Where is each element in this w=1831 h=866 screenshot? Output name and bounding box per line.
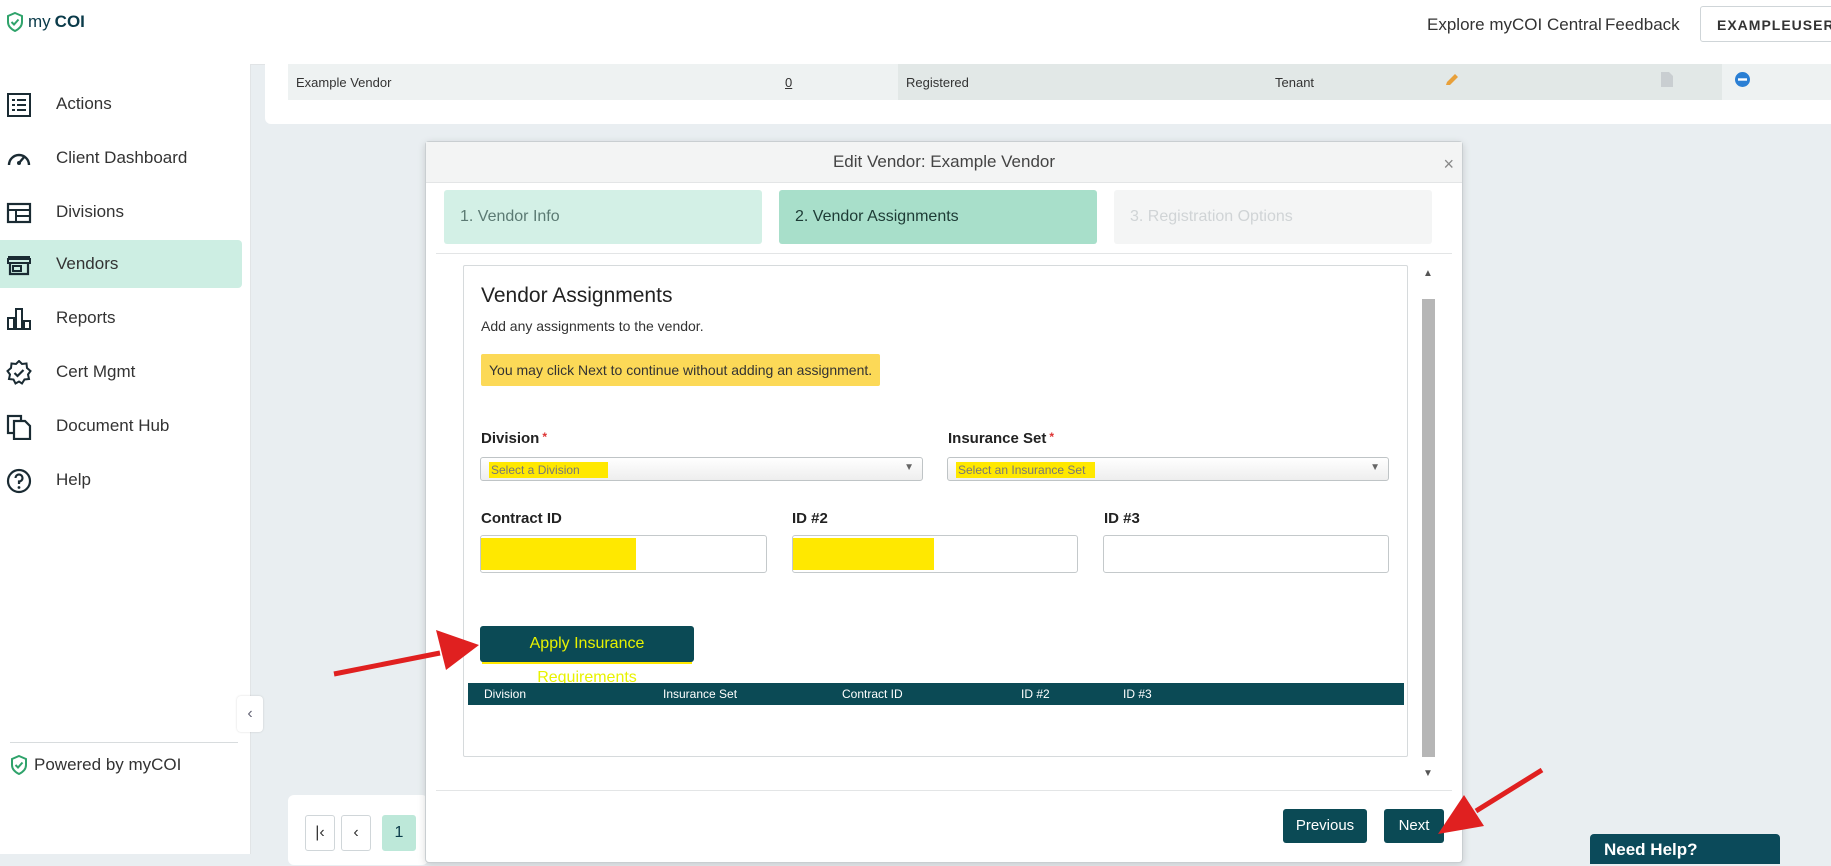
- column-header: Division: [484, 687, 527, 701]
- section-subtitle: Add any assignments to the vendor.: [481, 318, 704, 334]
- dropdown-arrow-icon: ▼: [904, 462, 914, 473]
- modal-header: Edit Vendor: Example Vendor ×: [426, 142, 1462, 183]
- id3-label: ID #3: [1104, 510, 1140, 527]
- sidebar-item-client-dashboard[interactable]: Client Dashboard: [0, 134, 242, 182]
- need-help-widget[interactable]: Need Help?: [1590, 834, 1780, 864]
- insurance-set-placeholder: Select an Insurance Set: [956, 462, 1096, 478]
- insurance-set-select[interactable]: Select an Insurance Set ▼: [947, 457, 1389, 481]
- powered-by-text: Powered by myCOI: [34, 755, 182, 774]
- help-icon: [6, 468, 32, 494]
- previous-button[interactable]: Previous: [1283, 809, 1367, 843]
- explore-central-link[interactable]: Explore myCOI Central: [1427, 15, 1602, 35]
- status-cell: Registered: [906, 75, 969, 90]
- column-header: Insurance Set: [663, 687, 738, 701]
- sidebar-item-cert-mgmt[interactable]: Cert Mgmt: [0, 348, 242, 396]
- column-header: ID #3: [1123, 687, 1152, 701]
- close-icon[interactable]: ×: [1443, 144, 1454, 184]
- page-number-button[interactable]: 1: [382, 815, 416, 851]
- sidebar-item-label: Cert Mgmt: [56, 362, 136, 381]
- chevron-left-icon: ‹: [353, 824, 359, 841]
- sidebar-item-help[interactable]: Help: [0, 456, 242, 504]
- sidebar-item-actions[interactable]: Actions: [0, 80, 242, 128]
- id2-input[interactable]: [792, 535, 1078, 573]
- shield-check-icon: [11, 755, 27, 775]
- top-bar: my COI Explore myCOI Central Feedback EXA…: [0, 0, 1831, 65]
- sidebar-item-label: Help: [56, 470, 91, 489]
- id2-label: ID #2: [792, 510, 828, 527]
- step-registration-options: 3. Registration Options: [1114, 190, 1432, 244]
- feedback-link[interactable]: Feedback: [1605, 15, 1680, 35]
- previous-page-button[interactable]: ‹: [341, 815, 371, 851]
- logo-text-bold: COI: [54, 12, 85, 31]
- layout-icon: [6, 202, 32, 224]
- edit-vendor-modal: Edit Vendor: Example Vendor × 1. Vendor …: [425, 141, 1463, 863]
- sidebar-collapse-toggle[interactable]: ‹: [237, 696, 263, 732]
- required-marker: *: [542, 430, 548, 444]
- id3-input[interactable]: [1103, 535, 1389, 573]
- step-vendor-assignments[interactable]: 2. Vendor Assignments: [779, 190, 1097, 244]
- first-page-button[interactable]: |‹: [305, 815, 335, 851]
- divider: [436, 790, 1452, 791]
- panel-scrollbar[interactable]: ▲ ▼: [1420, 265, 1436, 783]
- vendor-name-cell: Example Vendor: [296, 75, 392, 90]
- scroll-down-icon[interactable]: ▼: [1420, 765, 1436, 783]
- insurance-set-label: Insurance Set *: [948, 430, 1055, 447]
- user-menu-button[interactable]: EXAMPLEUSER: [1700, 6, 1831, 42]
- sidebar-item-label: Reports: [56, 308, 116, 327]
- sidebar-item-divisions[interactable]: Divisions: [0, 188, 242, 236]
- badge-check-icon: [6, 360, 32, 385]
- next-button[interactable]: Next: [1384, 809, 1444, 843]
- remove-circle-icon[interactable]: [1734, 71, 1751, 88]
- table-row[interactable]: Example Vendor 0 Registered Tenant: [288, 64, 1831, 100]
- gauge-icon: [7, 153, 31, 166]
- first-page-icon: |‹: [315, 824, 325, 841]
- divider: [436, 253, 1452, 254]
- sidebar-item-label: Vendors: [56, 254, 119, 273]
- info-notice: You may click Next to continue without a…: [481, 354, 881, 386]
- mycoi-logo[interactable]: my COI: [6, 12, 85, 32]
- sidebar: Actions Client Dashboard Divisions Vendo…: [0, 64, 251, 854]
- apply-insurance-requirements-button[interactable]: Apply Insurance Requirements: [480, 626, 694, 686]
- dropdown-arrow-icon: ▼: [1370, 462, 1380, 473]
- section-title: Vendor Assignments: [481, 284, 673, 307]
- scroll-up-icon[interactable]: ▲: [1420, 265, 1436, 283]
- list-icon: [7, 93, 31, 117]
- sidebar-item-document-hub[interactable]: Document Hub: [0, 402, 242, 450]
- powered-by-footer: Powered by myCOI: [10, 742, 238, 775]
- sidebar-item-reports[interactable]: Reports: [0, 294, 242, 342]
- bar-chart-icon: [7, 308, 31, 330]
- sidebar-item-label: Divisions: [56, 202, 125, 221]
- document-icon[interactable]: [1660, 71, 1674, 88]
- division-placeholder: Select a Division: [489, 462, 608, 478]
- division-select[interactable]: Select a Division ▼: [480, 457, 923, 481]
- division-label: Division *: [481, 430, 548, 447]
- pencil-icon[interactable]: [1444, 72, 1460, 88]
- step-vendor-info[interactable]: 1. Vendor Info: [444, 190, 762, 244]
- sidebar-item-label: Client Dashboard: [56, 148, 188, 167]
- logo-text-prefix: my: [28, 12, 51, 31]
- assignments-table-header: Division Insurance Set Contract ID ID #2…: [468, 683, 1404, 705]
- documents-icon: [6, 414, 32, 440]
- required-marker: *: [1049, 430, 1055, 444]
- sidebar-item-label: Actions: [56, 94, 112, 113]
- count-link[interactable]: 0: [785, 75, 792, 90]
- column-header: ID #2: [1021, 687, 1050, 701]
- store-icon: [7, 256, 31, 276]
- sidebar-item-vendors[interactable]: Vendors: [0, 240, 242, 288]
- type-cell: Tenant: [1275, 75, 1315, 90]
- vendor-assignments-panel: Vendor Assignments Add any assignments t…: [463, 265, 1408, 757]
- shield-check-icon: [7, 12, 23, 32]
- modal-title: Edit Vendor: Example Vendor: [832, 152, 1056, 171]
- contract-id-label: Contract ID: [481, 510, 562, 527]
- sidebar-item-label: Document Hub: [56, 416, 170, 435]
- column-header: Contract ID: [842, 687, 903, 701]
- contract-id-input[interactable]: [480, 535, 767, 573]
- chevron-left-icon: ‹: [247, 705, 253, 722]
- scroll-thumb[interactable]: [1422, 299, 1435, 757]
